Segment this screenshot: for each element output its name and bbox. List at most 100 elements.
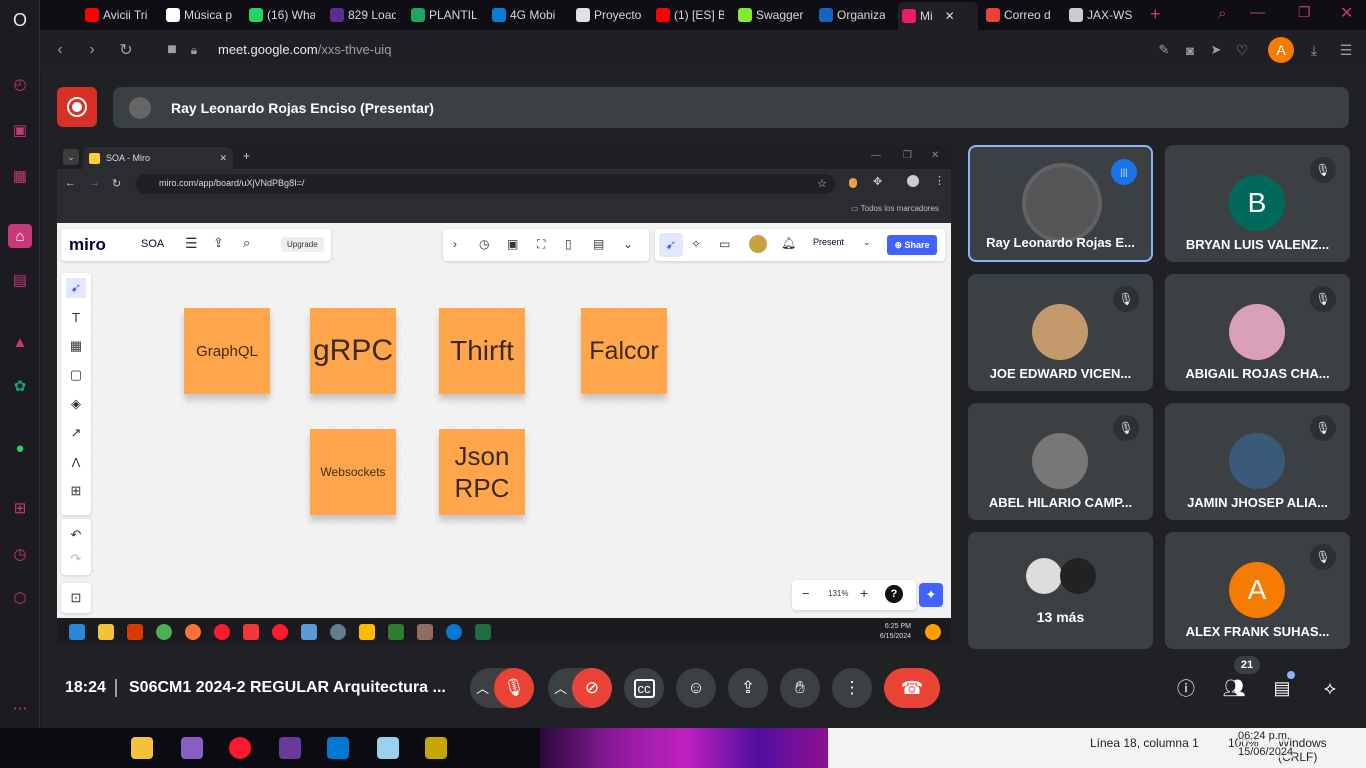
participant-name: ALEX FRANK SUHAS... xyxy=(1185,624,1330,639)
sticky-note: GraphQL xyxy=(184,308,270,394)
browser-tab[interactable]: JAX-WS xyxy=(1069,4,1139,26)
emoji-button[interactable]: ☺ xyxy=(676,668,716,708)
camera-off-button[interactable]: ⊘ xyxy=(572,668,612,708)
send-icon[interactable]: ➤ xyxy=(1206,40,1226,60)
bag-icon[interactable]: ▣ xyxy=(8,118,32,142)
back-icon[interactable]: ‹ xyxy=(50,40,70,60)
snapshot-icon[interactable]: ◙ xyxy=(1180,40,1200,60)
notes-icon: ▤ xyxy=(593,237,605,251)
heart-icon[interactable]: ♡ xyxy=(1232,40,1252,60)
close-tab-icon[interactable]: ✕ xyxy=(945,9,955,23)
mic-off-icon: 🎙︎ xyxy=(1310,415,1336,441)
share-label: Share xyxy=(904,240,930,250)
menu-icon[interactable]: ☰ xyxy=(1336,40,1356,60)
aria-icon[interactable]: ▲ xyxy=(8,330,32,354)
game-icon[interactable]: ▤ xyxy=(8,268,32,292)
profile-avatar[interactable]: A xyxy=(1268,37,1294,63)
tab-search-icon: ⌄ xyxy=(63,149,79,165)
menu-icon: ☰ xyxy=(185,235,198,251)
participant-tile[interactable]: 🎙︎ JOE EDWARD VICEN... xyxy=(968,274,1153,391)
new-tab-button[interactable]: + xyxy=(1150,4,1161,25)
participant-tile[interactable]: B 🎙︎ BRYAN LUIS VALENZ... xyxy=(1165,145,1350,262)
download-icon[interactable]: ⤓ xyxy=(1304,40,1324,60)
activities-button[interactable]: ⟡ xyxy=(1318,676,1342,700)
frames-icon: ⊡ xyxy=(70,590,82,605)
notepad-icon[interactable] xyxy=(377,737,399,759)
apps-icon[interactable]: ⊞ xyxy=(8,496,32,520)
reload-icon[interactable]: ↻ xyxy=(116,40,136,60)
cube-icon[interactable]: ⬡ xyxy=(8,586,32,610)
help-icon: ? xyxy=(885,585,903,603)
shared-url: miro.com/app/board/uXjVNdPBg8I=/ xyxy=(159,178,305,188)
participant-tile[interactable]: ||| Ray Leonardo Rojas E... xyxy=(968,145,1153,262)
firefox-icon xyxy=(185,624,201,640)
browser-tab[interactable]: Proyecto xyxy=(576,4,642,26)
terminal-icon[interactable] xyxy=(279,737,301,759)
browser-tab[interactable]: Mi ✕ xyxy=(898,2,978,30)
people-button[interactable]: 👥︎ xyxy=(1222,676,1246,700)
leave-call-button[interactable]: ☎︎ xyxy=(884,668,940,708)
participant-tile[interactable]: 13 más xyxy=(968,532,1153,649)
opera-taskbar-icon[interactable] xyxy=(229,737,251,759)
captions-button[interactable]: cc xyxy=(624,668,664,708)
tab-favicon-icon xyxy=(85,8,99,22)
browser-tab[interactable]: Avicii Tri xyxy=(85,4,151,26)
raise-hand-button[interactable]: ✋︎ xyxy=(780,668,820,708)
participant-tile[interactable]: 🎙︎ ABEL HILARIO CAMP... xyxy=(968,403,1153,520)
search-tabs-icon[interactable]: ⌕ xyxy=(1218,5,1226,22)
vivaldi-icon xyxy=(243,624,259,640)
visual-studio-icon[interactable] xyxy=(181,737,203,759)
tab-favicon-icon xyxy=(986,8,1000,22)
participant-tile[interactable]: 🎙︎ JAMIN JHOSEP ALIA... xyxy=(1165,403,1350,520)
browser-tab[interactable]: Música p xyxy=(166,4,234,26)
restore-button[interactable]: ❐ xyxy=(1298,4,1311,21)
tab-favicon-icon xyxy=(738,8,752,22)
tab-label: (16) Wha xyxy=(267,8,315,22)
forward-icon[interactable]: › xyxy=(82,40,102,60)
browser-tab[interactable]: 829 Load xyxy=(330,4,396,26)
meeting-info-button[interactable]: ⓘ xyxy=(1174,676,1198,700)
browser-tab[interactable]: (1) [ES] B xyxy=(656,4,724,26)
present-screen-button[interactable]: ⇪ xyxy=(728,668,768,708)
chevron-up-icon[interactable]: ︿ xyxy=(476,678,489,697)
file-explorer-icon[interactable] xyxy=(131,737,153,759)
browser-tab[interactable]: Swagger xyxy=(738,4,806,26)
chip-icon[interactable]: ▦ xyxy=(8,164,32,188)
zoom-controls: − 131% + ? xyxy=(792,580,916,610)
opera-sidebar: O ◴ ▣ ▦ ⌂ ▤ ▲ ✿ ● ⊞ ◷ ⬡ ⋯ xyxy=(0,0,40,728)
opera-logo-icon[interactable]: O xyxy=(8,8,32,32)
frames-panel: ⊡ xyxy=(61,583,91,613)
explorer-icon xyxy=(98,624,114,640)
browser-tab[interactable]: Organiza xyxy=(819,4,885,26)
participant-tile[interactable]: A 🎙︎ ALEX FRANK SUHAS... xyxy=(1165,532,1350,649)
tab-label: Swagger xyxy=(756,8,804,22)
participant-name: BRYAN LUIS VALENZ... xyxy=(1185,237,1330,252)
recording-icon[interactable] xyxy=(57,87,97,127)
browser-tab[interactable]: 4G Mobi xyxy=(492,4,562,26)
miro-canvas: miro SOA ☰ ⇪ ⌕ Upgrade › ◷ ▣ ⛶ ▯ ▤ ⌄ ➹ ✧… xyxy=(57,223,951,618)
home-icon[interactable]: ⌂ xyxy=(8,224,32,248)
more-icon[interactable]: ⋯ xyxy=(8,696,32,720)
browser-tab[interactable]: PLANTILL xyxy=(411,4,477,26)
chatgpt-icon[interactable]: ✿ xyxy=(8,374,32,398)
more-options-button[interactable]: ⋮ xyxy=(832,668,872,708)
camera-off-icon: ⊘ xyxy=(584,678,600,697)
browser-tab[interactable]: (16) Wha xyxy=(249,4,315,26)
close-window-button[interactable]: ✕ xyxy=(1340,3,1353,23)
edit-icon[interactable]: ✎ xyxy=(1154,40,1174,60)
vscode-icon[interactable] xyxy=(327,737,349,759)
speed-dial-icon[interactable]: ◴ xyxy=(8,72,32,96)
mic-off-button[interactable]: 🎙︎ xyxy=(494,668,534,708)
upgrade-button: Upgrade xyxy=(281,237,324,252)
chevron-up-icon[interactable]: ︿ xyxy=(554,678,567,697)
camera-icon[interactable]: ■ xyxy=(162,40,182,60)
url-text[interactable]: meet.google.com/xxs-thve-uiq xyxy=(218,42,391,57)
kebab-icon: ⋮ xyxy=(934,175,945,187)
minimize-button[interactable]: — xyxy=(1250,4,1265,21)
whatsapp-icon[interactable]: ● xyxy=(8,436,32,460)
chat-button[interactable]: ▤ xyxy=(1270,676,1294,700)
tools-icon[interactable] xyxy=(425,737,447,759)
participant-tile[interactable]: 🎙︎ ABIGAIL ROJAS CHA... xyxy=(1165,274,1350,391)
history-icon[interactable]: ◷ xyxy=(8,542,32,566)
browser-tab[interactable]: Correo d xyxy=(986,4,1052,26)
